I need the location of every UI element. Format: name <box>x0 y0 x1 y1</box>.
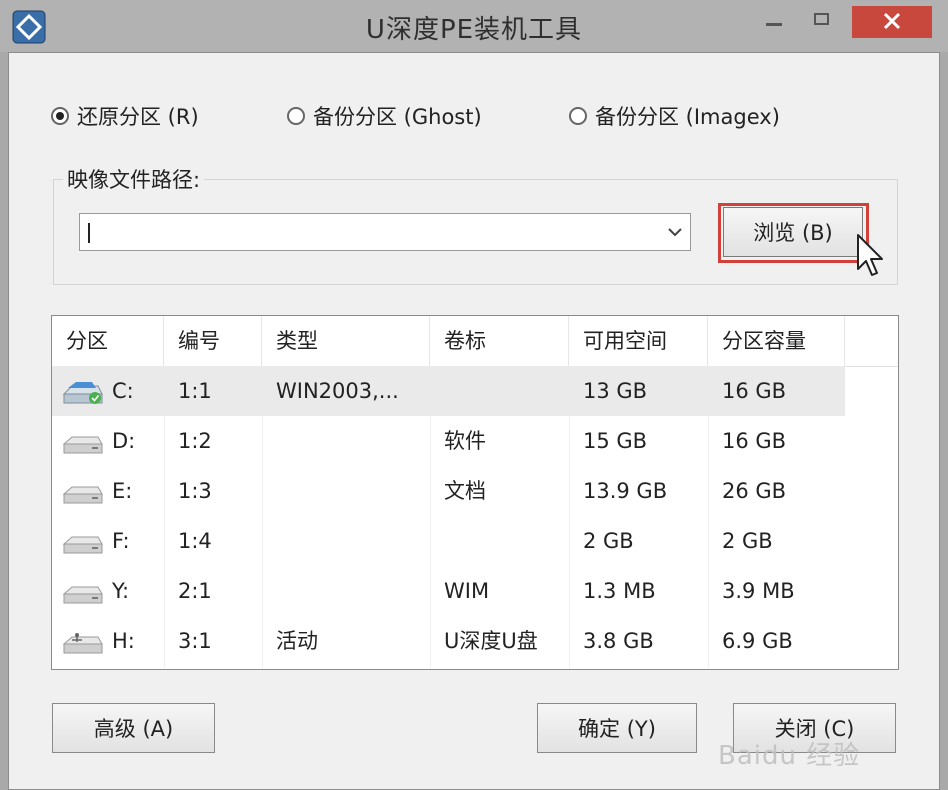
radio-unselected-icon <box>569 107 587 125</box>
cell-capacity: 2 GB <box>722 529 773 553</box>
minimize-button[interactable] <box>752 6 796 38</box>
cell-free: 1.3 MB <box>583 579 656 603</box>
cell-partition: D: <box>112 429 136 453</box>
cell-free: 3.8 GB <box>583 629 654 653</box>
cell-label: WIM <box>444 579 490 603</box>
minimize-icon <box>766 23 782 26</box>
cell-partition: F: <box>112 529 130 553</box>
cell-label: 文档 <box>444 479 486 503</box>
radio-selected-icon <box>51 107 69 125</box>
table-row[interactable]: D: 1:2 软件 15 GB 16 GB <box>52 416 845 466</box>
cell-capacity: 16 GB <box>722 379 787 403</box>
cell-label: U深度U盘 <box>444 629 538 653</box>
partition-table[interactable]: 分区 编号 类型 卷标 可用空间 分区容量 C: 1:1 WIN2003,... 13… <box>51 315 899 670</box>
cell-free: 13.9 GB <box>583 479 668 503</box>
radio-backup-imagex[interactable]: 备份分区 (Imagex) <box>569 101 780 131</box>
column-header-partition[interactable]: 分区 <box>52 316 164 366</box>
dialog-body: 还原分区 (R) 备份分区 (Ghost) 备份分区 (Imagex) 映像文件… <box>8 52 940 790</box>
image-path-input[interactable] <box>79 213 691 251</box>
column-header-label[interactable]: 卷标 <box>430 316 569 366</box>
cell-partition: Y: <box>112 579 130 603</box>
cell-capacity: 26 GB <box>722 479 787 503</box>
cell-label <box>430 366 569 416</box>
cell-number: 2:1 <box>178 579 212 603</box>
column-header-type[interactable]: 类型 <box>262 316 430 366</box>
cell-label: 软件 <box>444 429 486 453</box>
close-window-button[interactable] <box>852 6 932 38</box>
cell-number: 1:4 <box>178 529 212 553</box>
advanced-button[interactable]: 高级 (A) <box>52 703 215 753</box>
cell-free: 2 GB <box>583 529 634 553</box>
cell-type <box>262 516 430 566</box>
chevron-down-icon[interactable] <box>660 214 690 250</box>
column-header-capacity[interactable]: 分区容量 <box>708 316 845 366</box>
radio-restore-partition[interactable]: 还原分区 (R) <box>51 101 199 131</box>
cell-type <box>262 466 430 516</box>
radio-backup-ghost[interactable]: 备份分区 (Ghost) <box>287 101 482 131</box>
radio-label: 备份分区 (Ghost) <box>313 105 482 129</box>
browse-button[interactable]: 浏览 (B) <box>723 207 863 257</box>
cell-capacity: 3.9 MB <box>722 579 795 603</box>
table-row[interactable]: E: 1:3 文档 13.9 GB 26 GB <box>52 466 845 516</box>
cell-number: 3:1 <box>178 629 212 653</box>
text-caret <box>88 223 90 243</box>
image-path-label: 映像文件路径: <box>63 164 205 194</box>
mode-radio-group: 还原分区 (R) 备份分区 (Ghost) 备份分区 (Imagex) <box>9 101 939 137</box>
table-row[interactable]: C: 1:1 WIN2003,... 13 GB 16 GB <box>52 366 845 416</box>
mouse-pointer-icon <box>857 234 883 276</box>
app-window: U深度PE装机工具 还原分区 (R) 备份分区 (Ghost) 备份分区 (Im… <box>0 0 948 790</box>
cell-capacity: 16 GB <box>722 429 787 453</box>
radio-label: 备份分区 (Imagex) <box>595 105 780 129</box>
cell-free: 13 GB <box>583 379 648 403</box>
close-icon <box>883 12 901 30</box>
cell-type <box>262 566 430 616</box>
ok-button[interactable]: 确定 (Y) <box>537 703 697 753</box>
cell-number: 1:1 <box>178 379 212 403</box>
cell-label <box>430 516 569 566</box>
cell-capacity: 6.9 GB <box>722 629 793 653</box>
table-row[interactable]: F: 1:4 2 GB 2 GB <box>52 516 845 566</box>
cell-partition: C: <box>112 379 134 403</box>
cell-number: 1:3 <box>178 479 212 503</box>
maximize-button[interactable] <box>800 6 844 38</box>
table-header: 分区 编号 类型 卷标 可用空间 分区容量 <box>52 316 898 367</box>
column-header-free-space[interactable]: 可用空间 <box>569 316 708 366</box>
cell-partition: H: <box>112 629 135 653</box>
baidu-watermark: Baidu 经验 <box>718 741 861 771</box>
table-row[interactable]: H: 3:1 活动 U深度U盘 3.8 GB 6.9 GB <box>52 616 845 666</box>
cell-type <box>262 416 430 466</box>
cell-number: 1:2 <box>178 429 212 453</box>
cell-partition: E: <box>112 479 133 503</box>
column-header-number[interactable]: 编号 <box>164 316 262 366</box>
cell-type: WIN2003,... <box>276 379 399 403</box>
radio-label: 还原分区 (R) <box>77 105 199 129</box>
cell-free: 15 GB <box>583 429 648 453</box>
title-bar[interactable]: U深度PE装机工具 <box>0 0 948 52</box>
cell-type: 活动 <box>276 629 318 653</box>
table-row[interactable]: Y: 2:1 WIM 1.3 MB 3.9 MB <box>52 566 845 616</box>
radio-unselected-icon <box>287 107 305 125</box>
maximize-icon <box>814 13 829 25</box>
